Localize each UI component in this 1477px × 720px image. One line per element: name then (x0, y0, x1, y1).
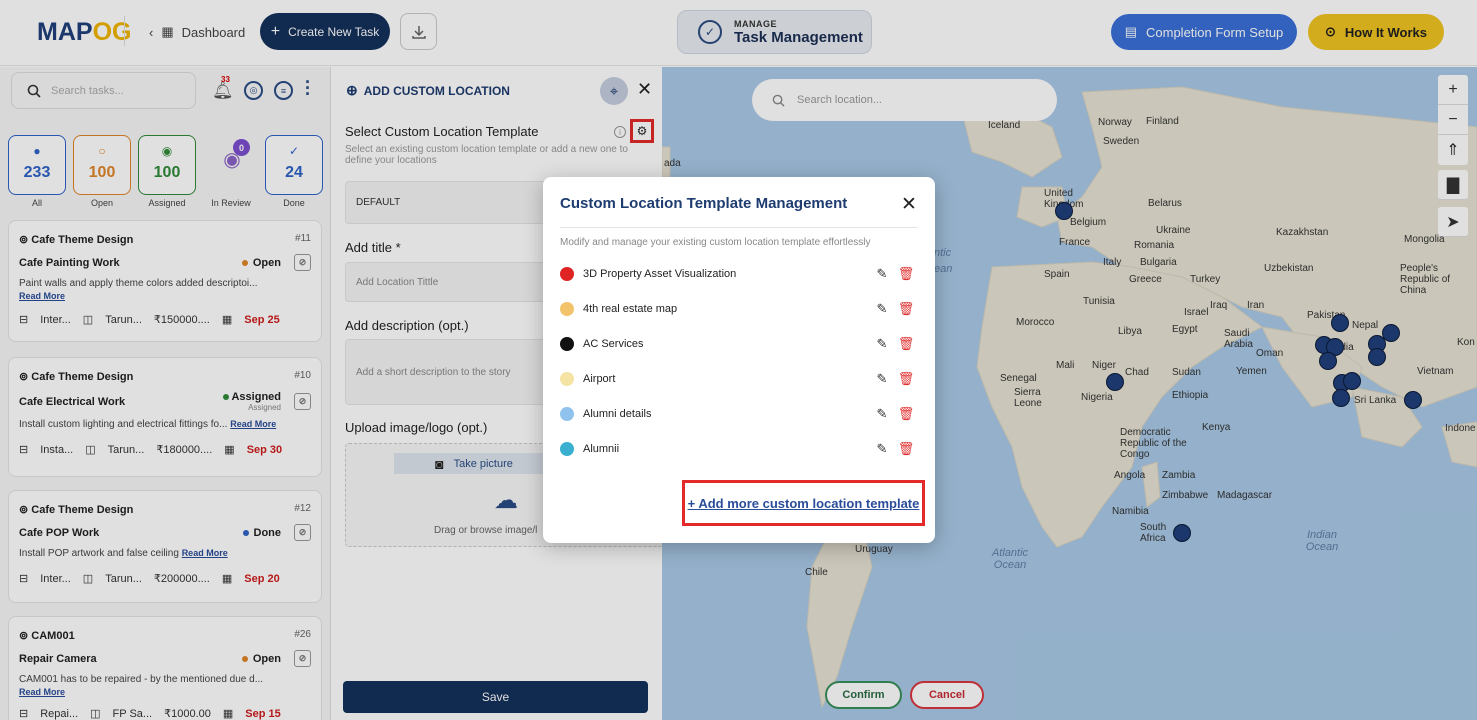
template-item: 4th real estate map ✎ 🗑︎ (560, 297, 918, 321)
trash-icon[interactable]: 🗑︎ (894, 441, 918, 457)
trash-icon[interactable]: 🗑︎ (894, 406, 918, 422)
divider (560, 227, 918, 228)
template-name: 3D Property Asset Visualization (583, 268, 737, 280)
template-color-dot (560, 407, 574, 421)
template-name: Airport (583, 373, 616, 385)
trash-icon[interactable]: 🗑︎ (894, 336, 918, 352)
modal-title: Custom Location Template Management (560, 195, 848, 212)
edit-icon[interactable]: ✎ (870, 441, 894, 457)
template-color-dot (560, 442, 574, 456)
modal-subtitle: Modify and manage your existing custom l… (560, 237, 871, 248)
template-item: AC Services ✎ 🗑︎ (560, 332, 918, 356)
template-color-dot (560, 372, 574, 386)
close-icon: ✕ (901, 194, 917, 215)
trash-icon[interactable]: 🗑︎ (894, 301, 918, 317)
template-name: AC Services (583, 338, 644, 350)
template-color-dot (560, 337, 574, 351)
template-item: Alumnii ✎ 🗑︎ (560, 437, 918, 461)
template-name: Alumnii (583, 443, 620, 455)
template-name: Alumni details (583, 408, 652, 420)
trash-icon[interactable]: 🗑︎ (894, 371, 918, 387)
template-name: 4th real estate map (583, 303, 678, 315)
template-management-modal: Custom Location Template Management ✕ Mo… (543, 177, 935, 543)
edit-icon[interactable]: ✎ (870, 301, 894, 317)
edit-icon[interactable]: ✎ (870, 406, 894, 422)
template-item: 3D Property Asset Visualization ✎ 🗑︎ (560, 262, 918, 286)
template-item: Airport ✎ 🗑︎ (560, 367, 918, 391)
trash-icon[interactable]: 🗑︎ (894, 266, 918, 282)
edit-icon[interactable]: ✎ (870, 371, 894, 387)
add-template-link[interactable]: + Add more custom location template (688, 496, 920, 511)
template-color-dot (560, 302, 574, 316)
add-template-highlight: + Add more custom location template (682, 480, 925, 526)
edit-icon[interactable]: ✎ (870, 336, 894, 352)
template-color-dot (560, 267, 574, 281)
template-item: Alumni details ✎ 🗑︎ (560, 402, 918, 426)
close-modal-button[interactable]: ✕ (901, 193, 917, 216)
edit-icon[interactable]: ✎ (870, 266, 894, 282)
